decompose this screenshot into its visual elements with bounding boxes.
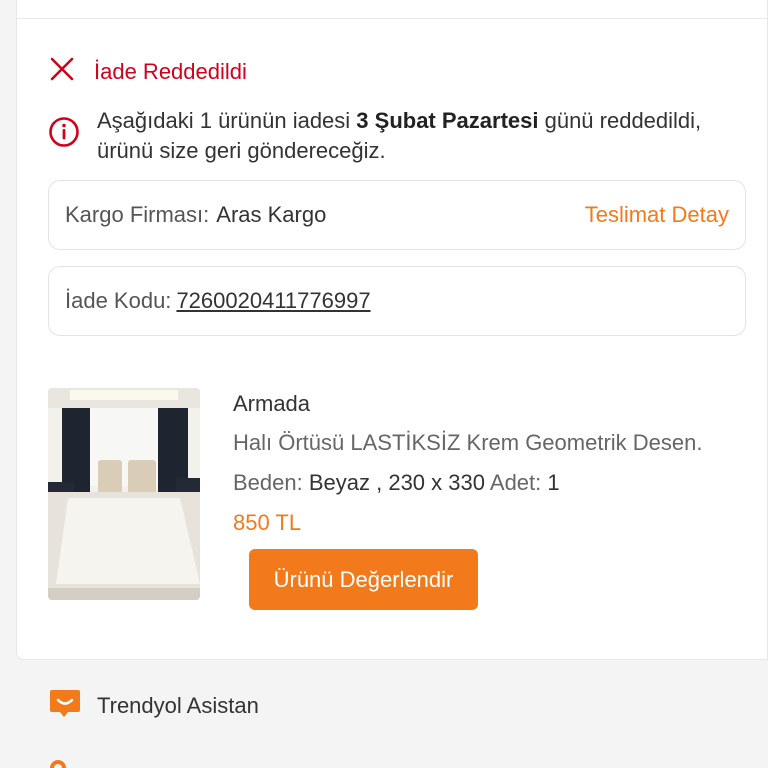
divider [16, 18, 768, 19]
return-date: 3 Şubat Pazartesi [356, 108, 539, 133]
return-code-value[interactable]: 7260020411776997 [176, 288, 370, 314]
size-label: Beden: [233, 470, 303, 495]
return-info-message: Aşağıdaki 1 ürünün iadesi 3 Şubat Pazart… [48, 106, 708, 166]
trendyol-assistant-link[interactable]: Trendyol Asistan [48, 686, 259, 725]
info-text: Aşağıdaki 1 ürünün iadesi 3 Şubat Pazart… [97, 108, 702, 163]
size-value: Beyaz , 230 x 330 [308, 470, 485, 495]
product-details: Armada Halı Örtüsü LASTİKSİZ Krem Geomet… [233, 391, 702, 536]
product-brand[interactable]: Armada [233, 391, 702, 417]
return-status-title: İade Reddedildi [94, 58, 247, 84]
delivery-detail-link[interactable]: Teslimat Detay [585, 202, 729, 228]
product-name[interactable]: Halı Örtüsü LASTİKSİZ Krem Geometrik Des… [233, 430, 702, 456]
product-specs: Beden: Beyaz , 230 x 330 Adet: 1 [233, 470, 702, 496]
product-price: 850 TL [233, 510, 302, 535]
cargo-value: Aras Kargo [216, 202, 327, 227]
return-status: İade Reddedildi [48, 55, 247, 88]
close-icon [48, 55, 76, 88]
qty-value: 1 [547, 470, 560, 495]
rate-product-button[interactable]: Ürünü Değerlendir [249, 549, 478, 610]
cargo-company-box: Kargo Firması: Aras Kargo Teslimat Detay [48, 180, 746, 250]
chat-smile-icon [48, 686, 82, 725]
return-code-box: İade Kodu: 7260020411776997 [48, 266, 746, 336]
cargo-label: Kargo Firması: [65, 202, 210, 227]
return-code-label: İade Kodu: [65, 288, 172, 313]
partial-icon [50, 760, 66, 768]
assistant-label: Trendyol Asistan [97, 692, 259, 718]
qty-label: Adet: [489, 470, 542, 495]
info-circle-icon [48, 106, 80, 153]
product-image[interactable] [48, 388, 200, 600]
